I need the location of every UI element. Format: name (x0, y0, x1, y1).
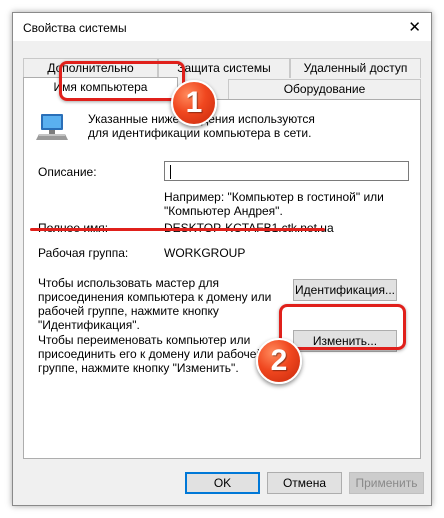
description-field[interactable] (164, 161, 409, 181)
computer-icon (36, 114, 68, 140)
title-bar: Свойства системы ✕ (13, 13, 431, 41)
text-caret (170, 165, 171, 179)
close-icon[interactable]: ✕ (408, 18, 421, 36)
identify-button[interactable]: Идентификация... (293, 279, 397, 301)
window-title: Свойства системы (23, 21, 127, 35)
ok-button[interactable]: OK (185, 472, 260, 494)
apply-button: Применить (349, 472, 424, 494)
computer-name-panel: Указанные ниже сведения используются для… (23, 99, 421, 459)
step-2-badge: 2 (256, 338, 302, 384)
identify-instructions: Чтобы использовать мастер для присоедине… (38, 276, 272, 332)
tab-hardware[interactable]: Оборудование (228, 79, 421, 99)
rename-instructions: Чтобы переименовать компьютер или присое… (38, 333, 264, 375)
step-1-badge: 1 (171, 80, 217, 126)
tab-highlight-frame (59, 61, 185, 101)
example-text: Например: "Компьютер в гостиной" или "Ко… (164, 190, 384, 218)
workgroup-value: WORKGROUP (164, 246, 246, 260)
full-name-underline (30, 228, 325, 231)
workgroup-label: Рабочая группа: (38, 246, 129, 260)
cancel-button[interactable]: Отмена (267, 472, 342, 494)
description-label: Описание: (38, 165, 97, 179)
change-button-highlight-frame (279, 304, 406, 350)
tab-remote[interactable]: Удаленный доступ (290, 58, 421, 78)
